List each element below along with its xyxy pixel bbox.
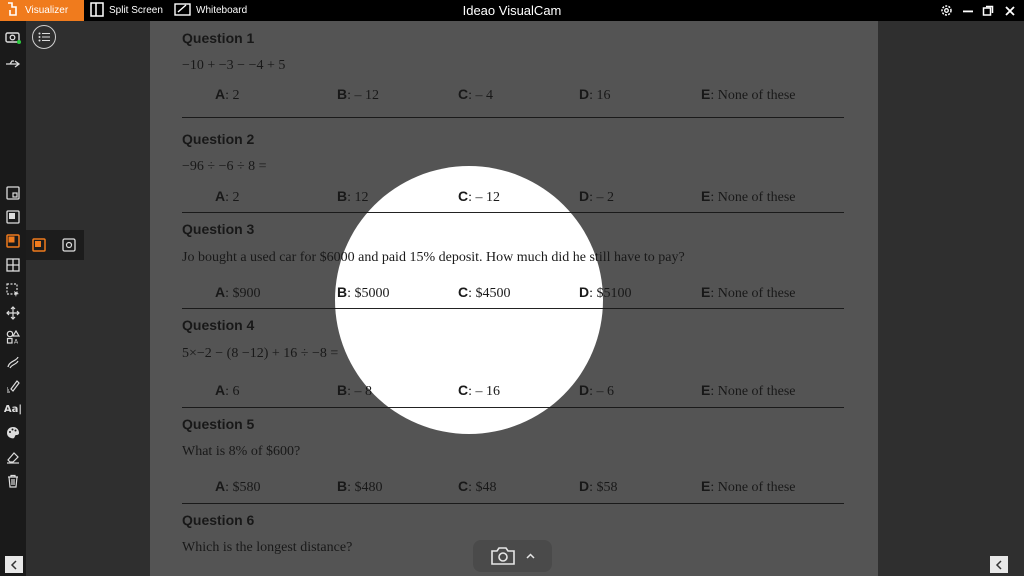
tab-label: Visualizer (25, 5, 69, 16)
question-3-text: Jo bought a used car for $6000 and paid … (182, 250, 685, 265)
spotlight-square-option[interactable] (60, 236, 78, 254)
question-2-title: Question 2 (182, 131, 255, 147)
minimize-icon[interactable] (959, 2, 976, 19)
divider (182, 308, 844, 309)
q5-option-d: D: $58 (579, 478, 618, 495)
q2-option-b: B: 12 (337, 188, 369, 205)
q5-option-c: C: $48 (458, 478, 497, 495)
question-5-title: Question 5 (182, 416, 255, 432)
spotlight-circle-icon (32, 238, 46, 252)
collapse-left-button[interactable] (5, 556, 23, 573)
q2-option-e: E: None of these (701, 188, 796, 205)
q2-option-a: A: 2 (215, 188, 240, 205)
q1-option-c: C: – 4 (458, 86, 494, 103)
q1-option-d: D: 16 (579, 86, 611, 103)
capture-button[interactable] (490, 546, 516, 566)
capture-bar (473, 540, 552, 572)
divider (182, 212, 844, 213)
q1-option-e: E: None of these (701, 86, 796, 103)
spotlight-palette (26, 230, 84, 260)
q4-option-e: E: None of these (701, 382, 796, 399)
list-icon (38, 32, 50, 42)
q5-option-e: E: None of these (701, 478, 796, 495)
collapse-right-button[interactable] (990, 556, 1008, 573)
question-5-text: What is 8% of $600? (182, 444, 301, 459)
question-2-text: −96 ÷ −6 ÷ 8 = (182, 159, 267, 174)
question-6-title: Question 6 (182, 512, 255, 528)
palette-icon[interactable] (3, 423, 23, 443)
question-1-title: Question 1 (182, 30, 255, 46)
q4-option-b: B: – 8 (337, 382, 373, 399)
q4-option-a: A: 6 (215, 382, 240, 399)
select-icon[interactable] (3, 280, 23, 300)
chevron-up-icon (526, 553, 535, 559)
stage-margin-left (26, 21, 150, 576)
q3-option-c: C: $4500 (458, 284, 511, 301)
tab-visualizer[interactable]: Visualizer (0, 0, 84, 21)
question-3-title: Question 3 (182, 221, 255, 237)
q2-option-d: D: – 2 (579, 188, 615, 205)
tab-split-screen[interactable]: Split Screen (90, 0, 163, 21)
tab-label: Split Screen (109, 5, 163, 16)
question-4-text: 5×−2 − (8 −12) + 16 ÷ −8 = (182, 346, 339, 361)
q5-option-a: A: $580 (215, 478, 261, 495)
whiteboard-icon (174, 2, 191, 19)
pen-icon[interactable] (3, 352, 23, 372)
chevron-left-icon (10, 559, 17, 570)
text-icon[interactable]: Aa| (3, 399, 23, 419)
question-4-title: Question 4 (182, 317, 255, 333)
q4-option-c: C: – 16 (458, 382, 501, 399)
tab-whiteboard[interactable]: Whiteboard (174, 0, 247, 21)
frame-full-icon[interactable] (3, 207, 23, 227)
frame-small-icon[interactable] (3, 183, 23, 203)
eraser-icon[interactable] (3, 447, 23, 467)
divider (182, 407, 844, 408)
q3-option-a: A: $900 (215, 284, 261, 301)
restore-icon[interactable] (979, 2, 996, 19)
highlighter-icon[interactable] (3, 376, 23, 396)
expand-button[interactable] (526, 553, 535, 559)
stage-margin-right (878, 21, 1024, 576)
q5-option-b: B: $480 (337, 478, 383, 495)
q1-option-a: A: 2 (215, 86, 240, 103)
usb-icon[interactable] (3, 54, 23, 74)
spotlight-circle-option[interactable] (30, 236, 48, 254)
worksheet-page: Question 1 −10 + −3 − −4 + 5 A: 2 B: – 1… (150, 21, 878, 576)
camera-icon (491, 547, 515, 565)
chevron-left-icon (995, 559, 1002, 570)
visualizer-icon (6, 1, 20, 20)
tab-label: Whiteboard (196, 5, 248, 16)
move-icon[interactable] (3, 303, 23, 323)
question-6-text: Which is the longest distance? (182, 540, 353, 555)
q1-option-b: B: – 12 (337, 86, 380, 103)
q2-option-c: C: – 12 (458, 188, 501, 205)
list-menu-button[interactable] (32, 25, 56, 49)
settings-icon[interactable] (938, 2, 955, 19)
divider (182, 117, 844, 118)
close-icon[interactable] (1001, 2, 1018, 19)
question-1-text: −10 + −3 − −4 + 5 (182, 58, 286, 73)
shapes-icon[interactable]: A (3, 327, 23, 347)
spotlight-icon[interactable] (3, 231, 23, 251)
sidebar: A Aa| (0, 21, 26, 576)
spotlight-square-icon (62, 238, 76, 252)
divider (182, 503, 844, 504)
trash-icon[interactable] (3, 471, 23, 491)
q3-option-d: D: $5100 (579, 284, 632, 301)
q4-option-d: D: – 6 (579, 382, 615, 399)
q3-option-e: E: None of these (701, 284, 796, 301)
split-screen-icon (90, 1, 104, 20)
grid-icon[interactable] (3, 255, 23, 275)
camera-icon[interactable] (3, 27, 23, 47)
title-bar: Visualizer Split Screen Whiteboard Ideao… (0, 0, 1024, 21)
svg-text:A: A (14, 339, 19, 345)
q3-option-b: B: $5000 (337, 284, 390, 301)
